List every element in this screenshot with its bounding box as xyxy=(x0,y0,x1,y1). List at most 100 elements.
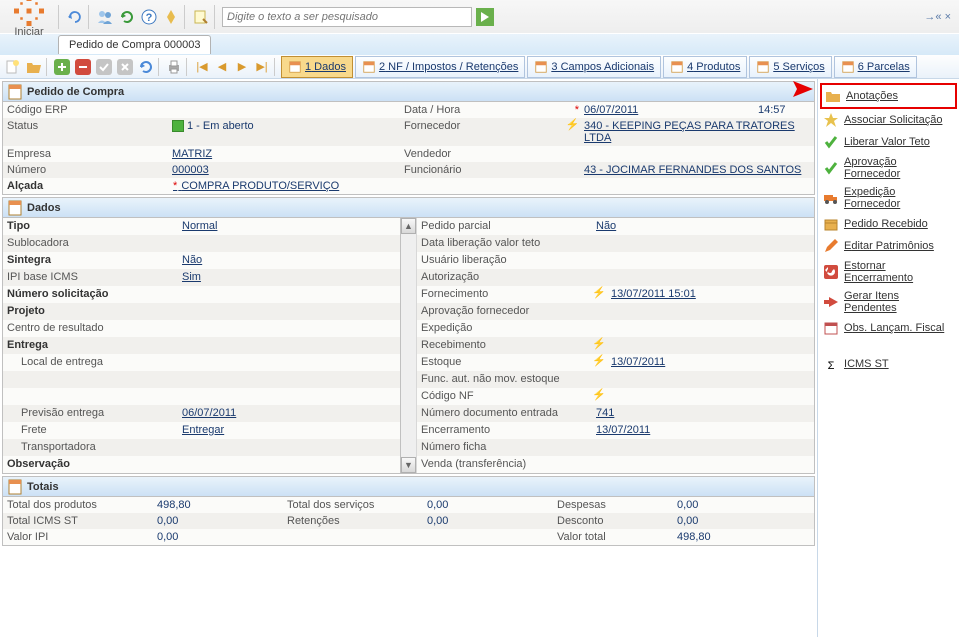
tab-1-dados[interactable]: 1 Dados xyxy=(281,56,353,78)
side-exped-fornec[interactable]: Expedição Fornecedor xyxy=(820,183,957,213)
val-status[interactable]: 1 - Em aberto xyxy=(168,118,400,146)
val-empresa[interactable]: MATRIZ xyxy=(168,146,400,162)
field-value[interactable] xyxy=(178,354,400,371)
side-liberar[interactable]: Liberar Valor Teto xyxy=(820,131,957,153)
field-value[interactable]: Não xyxy=(178,252,400,269)
val-codigo-erp[interactable] xyxy=(168,102,400,118)
val-vendedor[interactable] xyxy=(580,146,814,162)
field-value[interactable] xyxy=(592,252,814,269)
new-icon[interactable] xyxy=(4,58,22,76)
field-value[interactable] xyxy=(178,320,400,337)
side-pedido-receb[interactable]: Pedido Recebido xyxy=(820,213,957,235)
side-icms-st[interactable]: ΣICMS ST xyxy=(820,353,957,375)
window-controls[interactable]: →« × xyxy=(924,11,955,23)
side-obs-fiscal[interactable]: Obs. Lançam. Fiscal xyxy=(820,317,957,339)
field-value[interactable]: 06/07/2011 xyxy=(178,405,400,422)
field-value[interactable] xyxy=(592,269,814,286)
val-data[interactable]: 06/07/2011 xyxy=(580,102,754,118)
search-input[interactable] xyxy=(222,7,472,27)
field-label: Observação xyxy=(3,456,178,473)
total-value[interactable]: 498,80 xyxy=(673,529,814,545)
field-value[interactable] xyxy=(178,456,400,473)
field-value[interactable] xyxy=(178,388,400,405)
field-value[interactable]: Sim xyxy=(178,269,400,286)
field-value[interactable]: Entregar xyxy=(178,422,400,439)
field-value[interactable] xyxy=(592,320,814,337)
val-hora[interactable]: 14:57 xyxy=(754,102,814,118)
field-value[interactable] xyxy=(178,439,400,456)
add-icon[interactable] xyxy=(53,58,71,76)
field-value[interactable] xyxy=(592,456,814,473)
tab-4-produtos[interactable]: 4 Produtos xyxy=(663,56,747,78)
help-icon[interactable]: ? xyxy=(140,8,158,26)
side-anotacoes[interactable]: Anotações xyxy=(820,83,957,109)
field-value[interactable] xyxy=(178,337,400,354)
document-tab[interactable]: Pedido de Compra 000003 xyxy=(58,35,211,54)
search-go-icon[interactable] xyxy=(476,8,494,26)
side-associar[interactable]: Associar Solicitação xyxy=(820,109,957,131)
data-row: Previsão entrega06/07/2011 xyxy=(3,405,400,422)
total-value[interactable]: 0,00 xyxy=(153,513,283,529)
val-fornecedor[interactable]: 340 - KEEPING PEÇAS PARA TRATORES LTDA xyxy=(580,118,814,146)
note-icon[interactable] xyxy=(192,8,210,26)
field-value[interactable] xyxy=(592,371,814,388)
field-value[interactable] xyxy=(592,439,814,456)
field-value[interactable]: 13/07/2011 xyxy=(607,354,814,371)
side-label: Anotações xyxy=(846,90,898,102)
field-value[interactable]: 13/07/2011 xyxy=(592,422,814,439)
val-funcionario[interactable]: 43 - JOCIMAR FERNANDES DOS SANTOS xyxy=(580,162,814,178)
tab-3-campos-adicionais[interactable]: 3 Campos Adicionais xyxy=(527,56,661,78)
app-logo[interactable]: Iniciar xyxy=(4,0,54,42)
side-aprov-fornec[interactable]: Aprovação Fornecedor xyxy=(820,153,957,183)
scrollbar[interactable]: ▲ ▼ xyxy=(400,218,416,473)
open-icon[interactable] xyxy=(25,58,43,76)
undo-icon[interactable] xyxy=(66,8,84,26)
field-value[interactable]: Normal xyxy=(178,218,400,235)
next-icon[interactable]: ▶ xyxy=(233,58,251,76)
nav-icon[interactable] xyxy=(162,8,180,26)
total-value[interactable]: 498,80 xyxy=(153,497,283,513)
field-value[interactable] xyxy=(592,303,814,320)
total-value[interactable]: 0,00 xyxy=(423,497,553,513)
val-numero[interactable]: 000003 xyxy=(168,162,400,178)
users-icon[interactable] xyxy=(96,8,114,26)
field-value[interactable]: 741 xyxy=(592,405,814,422)
field-value[interactable] xyxy=(178,303,400,320)
side-gerar-pend[interactable]: Gerar Itens Pendentes xyxy=(820,287,957,317)
tab-5-servi-os[interactable]: 5 Serviços xyxy=(749,56,831,78)
val-alcada[interactable]: * COMPRA PRODUTO/SERVIÇO xyxy=(168,178,814,194)
total-value[interactable] xyxy=(423,529,553,545)
tab-2-nf---impostos---reten--es[interactable]: 2 NF / Impostos / Retenções xyxy=(355,56,525,78)
side-editar-patr[interactable]: Editar Patrimônios xyxy=(820,235,957,257)
field-label: Venda (transferência) xyxy=(417,456,592,473)
total-value[interactable]: 0,00 xyxy=(673,497,814,513)
refresh-icon[interactable] xyxy=(118,8,136,26)
field-label: Encerramento xyxy=(417,422,592,439)
prev-icon[interactable]: ◀ xyxy=(213,58,231,76)
cancel-icon[interactable] xyxy=(116,58,134,76)
field-value[interactable] xyxy=(607,388,814,405)
field-value[interactable] xyxy=(178,371,400,388)
total-value[interactable]: 0,00 xyxy=(153,529,283,545)
total-value[interactable]: 0,00 xyxy=(423,513,553,529)
field-value[interactable] xyxy=(607,337,814,354)
tab-6-parcelas[interactable]: 6 Parcelas xyxy=(834,56,917,78)
scroll-down-icon[interactable]: ▼ xyxy=(401,457,416,473)
field-label: Estoque xyxy=(417,354,592,371)
field-value[interactable]: Não xyxy=(592,218,814,235)
side-estornar[interactable]: Estornar Encerramento xyxy=(820,257,957,287)
print-icon[interactable] xyxy=(165,58,183,76)
data-row: Data liberação valor teto xyxy=(417,235,814,252)
field-value[interactable] xyxy=(178,235,400,252)
first-icon[interactable]: |◀ xyxy=(193,58,211,76)
field-value[interactable] xyxy=(592,235,814,252)
field-value[interactable]: 13/07/2011 15:01 xyxy=(607,286,814,303)
last-icon[interactable]: ▶| xyxy=(253,58,271,76)
reload-icon[interactable] xyxy=(137,58,155,76)
total-value[interactable]: 0,00 xyxy=(673,513,814,529)
scroll-up-icon[interactable]: ▲ xyxy=(401,218,416,234)
remove-icon[interactable] xyxy=(74,58,92,76)
field-value[interactable] xyxy=(178,286,400,303)
confirm-icon[interactable] xyxy=(95,58,113,76)
data-row: Local de entrega xyxy=(3,354,400,371)
